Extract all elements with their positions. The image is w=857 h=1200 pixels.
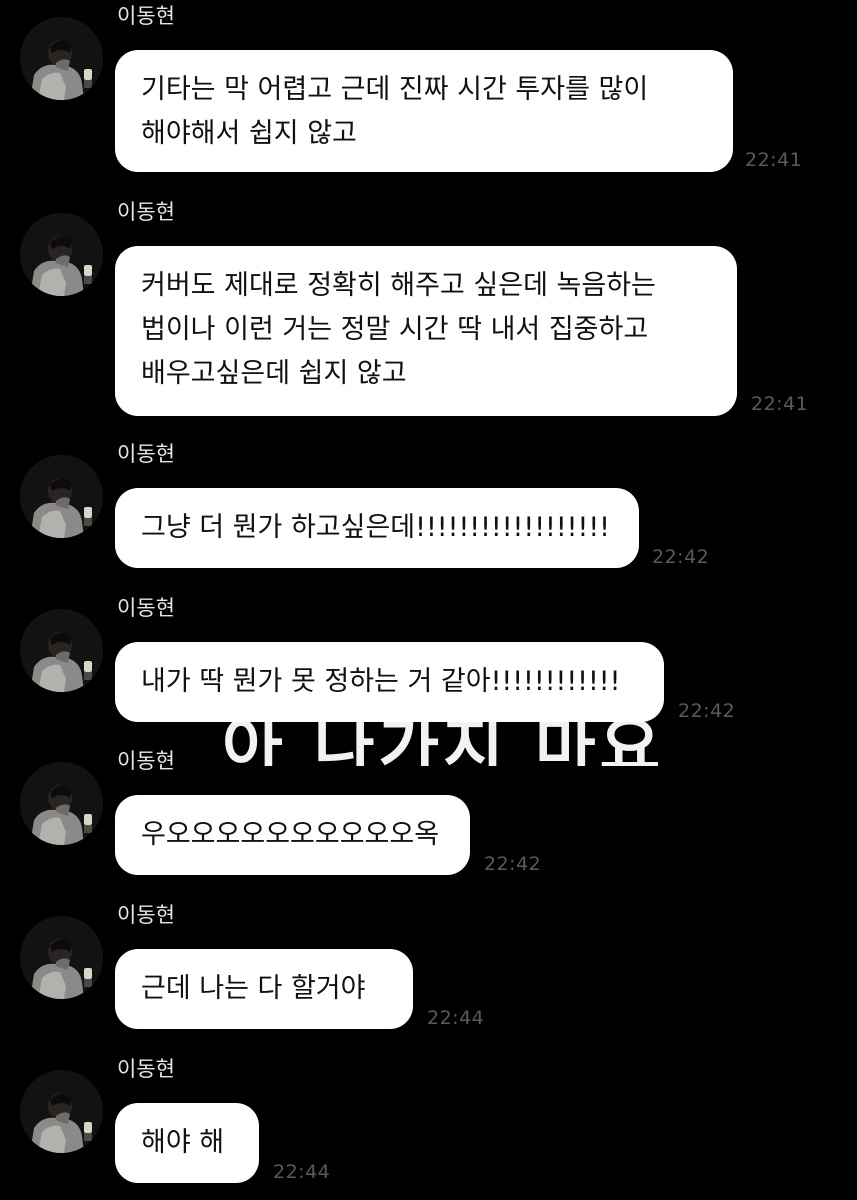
message-time: 22:41 <box>751 393 809 415</box>
message-time: 22:41 <box>745 149 803 171</box>
message-line: 해야 해 <box>141 1127 225 1158</box>
message-bubble[interactable]: 해야 해 <box>115 1103 259 1183</box>
message-line: 우오오오오오오오오오오옥 <box>141 819 440 850</box>
chat-message: 이동현 우오오오오오오오오오오옥 22:42 <box>0 745 857 885</box>
chat-message: 이동현 그냥 더 뭔가 하고싶은데!!!!!!!!!!!!!!!!!! 22:4… <box>0 438 857 578</box>
sender-name: 이동현 <box>117 442 175 466</box>
message-line: 배우고싶은데 쉽지 않고 <box>141 358 407 389</box>
sender-name: 이동현 <box>117 1057 175 1081</box>
profile-photo <box>20 17 103 100</box>
message-line: 해야해서 쉽지 않고 <box>141 118 357 149</box>
message-time: 22:42 <box>652 546 710 568</box>
message-line: 커버도 제대로 정확히 해주고 싶은데 녹음하는 <box>141 270 656 301</box>
message-line: 내가 딱 뭔가 못 정하는 거 같아!!!!!!!!!!!! <box>141 666 621 697</box>
avatar[interactable] <box>20 213 103 296</box>
avatar[interactable] <box>20 916 103 999</box>
message-line: 법이나 이런 거는 정말 시간 딱 내서 집중하고 <box>141 314 649 345</box>
chat-message: 이동현 커버도 제대로 정확히 해주고 싶은데 녹음하는 법이나 이런 거는 정… <box>0 196 857 421</box>
profile-photo <box>20 455 103 538</box>
chat-message: 이동현 해야 해 22:44 <box>0 1053 857 1193</box>
sender-name: 이동현 <box>117 596 175 620</box>
message-bubble[interactable]: 내가 딱 뭔가 못 정하는 거 같아!!!!!!!!!!!! <box>115 642 664 722</box>
avatar[interactable] <box>20 455 103 538</box>
chat-message: 이동현 근데 나는 다 할거야 22:44 <box>0 899 857 1039</box>
message-bubble[interactable]: 그냥 더 뭔가 하고싶은데!!!!!!!!!!!!!!!!!! <box>115 488 639 568</box>
profile-photo <box>20 916 103 999</box>
profile-photo <box>20 1070 103 1153</box>
profile-photo <box>20 213 103 296</box>
sender-name: 이동현 <box>117 903 175 927</box>
message-time: 22:42 <box>484 853 542 875</box>
message-time: 22:44 <box>427 1007 485 1029</box>
sender-name: 이동현 <box>117 200 175 224</box>
sender-name: 이동현 <box>117 749 175 773</box>
message-line: 근데 나는 다 할거야 <box>141 973 366 1004</box>
sender-name: 이동현 <box>117 4 175 28</box>
message-bubble[interactable]: 기타는 막 어렵고 근데 진짜 시간 투자를 많이 해야해서 쉽지 않고 <box>115 50 733 172</box>
avatar[interactable] <box>20 609 103 692</box>
profile-photo <box>20 762 103 845</box>
chat-message: 이동현 기타는 막 어렵고 근데 진짜 시간 투자를 많이 해야해서 쉽지 않고… <box>0 0 857 180</box>
message-line: 그냥 더 뭔가 하고싶은데!!!!!!!!!!!!!!!!!! <box>141 512 610 543</box>
avatar[interactable] <box>20 17 103 100</box>
avatar[interactable] <box>20 1070 103 1153</box>
message-bubble[interactable]: 우오오오오오오오오오오옥 <box>115 795 470 875</box>
profile-photo <box>20 609 103 692</box>
chat-message: 이동현 내가 딱 뭔가 못 정하는 거 같아!!!!!!!!!!!! 22:42 <box>0 592 857 732</box>
avatar[interactable] <box>20 762 103 845</box>
message-bubble[interactable]: 근데 나는 다 할거야 <box>115 949 413 1029</box>
message-bubble[interactable]: 커버도 제대로 정확히 해주고 싶은데 녹음하는 법이나 이런 거는 정말 시간… <box>115 246 737 416</box>
message-line: 기타는 막 어렵고 근데 진짜 시간 투자를 많이 <box>141 74 649 105</box>
message-time: 22:44 <box>273 1161 331 1183</box>
message-time: 22:42 <box>678 700 736 722</box>
